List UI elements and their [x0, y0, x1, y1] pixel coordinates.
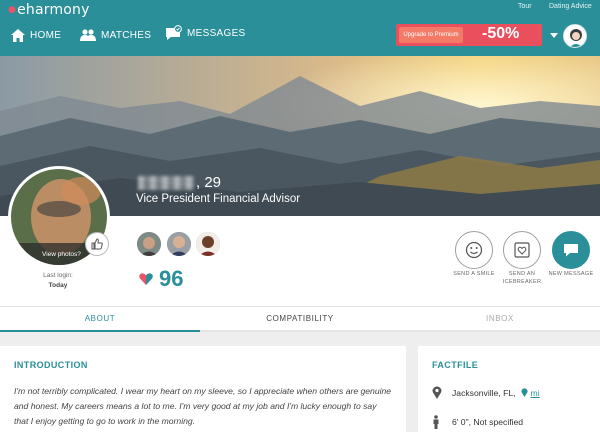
new-message-button[interactable]	[552, 231, 590, 269]
last-login-label: Last login:	[43, 272, 73, 279]
user-avatar[interactable]	[563, 24, 587, 48]
nav-matches-label: MATCHES	[101, 29, 152, 41]
last-login: Last login: Today	[30, 271, 86, 291]
nav-messages-label: MESSAGES	[187, 27, 246, 39]
profile-tabs: ABOUT COMPATIBILITY INBOX	[0, 306, 600, 332]
nav-home[interactable]: HOME	[11, 28, 61, 42]
view-photos-link[interactable]: View photos?	[42, 251, 81, 258]
last-login-value: Today	[48, 282, 68, 289]
send-icebreaker-label: SEND AN ICEBREAKER	[494, 270, 550, 286]
dating-advice-link[interactable]: Dating Advice	[549, 3, 592, 10]
new-message-label: NEW MESSAGE	[548, 271, 594, 277]
smile-icon	[465, 241, 483, 259]
thumbs-up-icon	[91, 238, 103, 250]
heart-icon	[139, 273, 153, 285]
profile-occupation: Vice President Financial Advisor	[136, 193, 301, 205]
send-icebreaker-button[interactable]	[503, 231, 541, 269]
distance-pin-icon	[520, 388, 528, 397]
send-smile-button[interactable]	[455, 231, 493, 269]
introduction-panel: INTRODUCTION I'm not terribly complicate…	[0, 346, 406, 432]
introduction-heading: INTRODUCTION	[14, 360, 88, 370]
tab-about[interactable]: ABOUT	[0, 307, 200, 332]
introduction-text: I'm not terribly complicated. I wear my …	[14, 386, 392, 426]
icebreaker-icon	[514, 242, 530, 258]
compatibility-score-value: 96	[159, 266, 184, 291]
logo-heart-icon: ●	[8, 5, 17, 15]
home-icon	[11, 28, 25, 42]
factfile-heading: FACTFILE	[432, 360, 479, 370]
person-height-icon	[433, 415, 439, 429]
icebreaker-label-line1: SEND AN	[508, 271, 536, 277]
nav-matches[interactable]: MATCHES	[80, 28, 151, 42]
discount-label: -50%	[482, 25, 520, 42]
chat-bubble-icon	[166, 25, 182, 40]
fact-location-value: Jacksonville, FL,	[452, 387, 516, 398]
tab-compatibility[interactable]: COMPATIBILITY	[200, 307, 400, 332]
photo-thumbnail[interactable]	[137, 232, 161, 256]
name-blurred	[138, 176, 194, 190]
account-dropdown-icon[interactable]	[550, 33, 558, 38]
factfile-panel: FACTFILE Jacksonville, FL, mi 6' 0", Not…	[418, 346, 600, 432]
nav-messages[interactable]: MESSAGES	[164, 25, 246, 40]
compatibility-score: 96	[139, 266, 183, 292]
tab-inbox[interactable]: INBOX	[400, 307, 600, 332]
upgrade-premium-banner[interactable]: Upgrade to Premium -50%	[396, 24, 542, 46]
brand-name: eharmony	[17, 2, 90, 18]
location-pin-icon	[432, 386, 442, 399]
distance-link[interactable]: mi	[531, 388, 540, 398]
top-nav-bar: ●eharmony Tour Dating Advice HOME MATCHE…	[0, 0, 600, 56]
fact-height: 6' 0", Not specified	[432, 415, 586, 429]
fact-location: Jacksonville, FL, mi	[432, 386, 586, 399]
nav-home-label: HOME	[30, 29, 62, 41]
fact-height-value: 6' 0", Not specified	[452, 417, 524, 427]
people-icon	[80, 29, 96, 41]
tour-link[interactable]: Tour	[518, 3, 532, 10]
like-button[interactable]	[85, 232, 109, 256]
profile-age: , 29	[196, 174, 222, 191]
upgrade-label: Upgrade to Premium	[399, 27, 463, 43]
photo-thumbnail[interactable]	[196, 232, 220, 256]
photo-thumbnail[interactable]	[167, 232, 191, 256]
message-icon	[564, 244, 578, 257]
eharmony-logo[interactable]: ●eharmony	[8, 2, 90, 18]
icebreaker-label-line2: ICEBREAKER	[502, 279, 542, 285]
